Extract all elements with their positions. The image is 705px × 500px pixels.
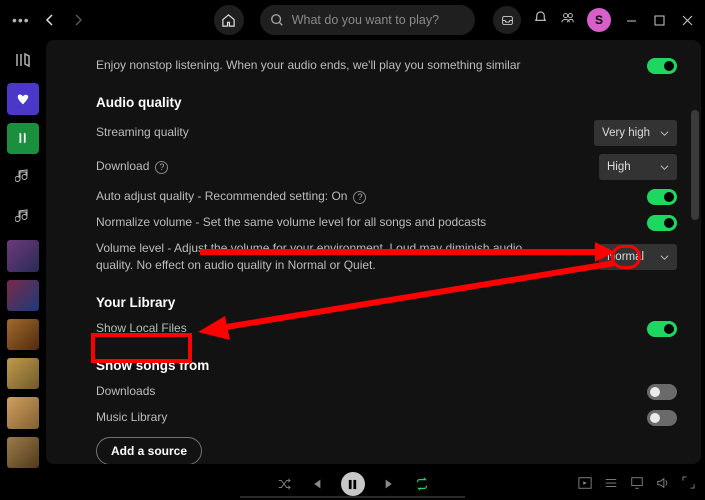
- sidebar-item-thumb-6[interactable]: [7, 437, 39, 468]
- add-source-button[interactable]: Add a source: [96, 437, 202, 464]
- streaming-quality-label: Streaming quality: [96, 124, 189, 141]
- fullscreen-icon[interactable]: [682, 476, 695, 492]
- devices-icon[interactable]: [630, 476, 644, 493]
- sidebar-item-thumb-4[interactable]: [7, 358, 39, 389]
- window-minimize-icon[interactable]: [623, 12, 639, 28]
- volume-icon[interactable]: [656, 476, 670, 493]
- player-bar: [0, 468, 705, 500]
- section-songs-from-title: Show songs from: [96, 358, 677, 373]
- sidebar-your-episodes[interactable]: [7, 123, 39, 154]
- songs-from-music-library-toggle[interactable]: [647, 410, 677, 426]
- volume-level-value: Normal: [607, 251, 644, 263]
- volume-level-select[interactable]: Normal: [599, 244, 677, 270]
- avatar[interactable]: S: [587, 8, 611, 32]
- volume-level-label: Volume level - Adjust the volume for you…: [96, 240, 526, 275]
- help-icon[interactable]: ?: [353, 191, 366, 204]
- section-autoplay-title: Autoplay: [96, 40, 677, 49]
- download-quality-label: Download?: [96, 158, 168, 175]
- window-close-icon[interactable]: [679, 12, 695, 28]
- forward-button[interactable]: [68, 10, 88, 30]
- download-quality-select[interactable]: High: [599, 154, 677, 180]
- shuffle-button[interactable]: [277, 477, 291, 491]
- sidebar-playlist-1[interactable]: [7, 162, 39, 193]
- sidebar-item-thumb-3[interactable]: [7, 319, 39, 350]
- sidebar-item-thumb-5[interactable]: [7, 397, 39, 428]
- add-source-label: Add a source: [111, 444, 187, 458]
- normalize-label: Normalize volume - Set the same volume l…: [96, 214, 486, 231]
- avatar-initial: S: [595, 13, 603, 27]
- section-audio-title: Audio quality: [96, 95, 677, 110]
- previous-button[interactable]: [309, 477, 323, 491]
- chevron-down-icon: [660, 129, 669, 138]
- autoplay-toggle[interactable]: [647, 58, 677, 74]
- repeat-button[interactable]: [415, 477, 429, 491]
- songs-from-downloads-toggle[interactable]: [647, 384, 677, 400]
- window-maximize-icon[interactable]: [651, 12, 667, 28]
- now-playing-view-icon[interactable]: [578, 476, 592, 493]
- help-icon[interactable]: ?: [155, 161, 168, 174]
- show-local-files-toggle[interactable]: [647, 321, 677, 337]
- download-quality-value: High: [607, 161, 631, 173]
- progress-bar[interactable]: [240, 496, 465, 498]
- auto-adjust-label: Auto adjust quality - Recommended settin…: [96, 188, 366, 205]
- title-bar: ••• What do you want to play? S: [0, 0, 705, 40]
- notifications-icon[interactable]: [533, 10, 548, 30]
- show-local-files-label: Show Local Files: [96, 320, 187, 337]
- more-menu-icon[interactable]: •••: [10, 12, 32, 28]
- streaming-quality-select[interactable]: Very high: [594, 120, 677, 146]
- next-button[interactable]: [383, 477, 397, 491]
- sidebar: [0, 40, 46, 468]
- songs-from-downloads-label: Downloads: [96, 383, 155, 400]
- sidebar-item-thumb-1[interactable]: [7, 240, 39, 271]
- home-button[interactable]: [214, 5, 244, 35]
- normalize-toggle[interactable]: [647, 215, 677, 231]
- chevron-down-icon: [660, 163, 669, 172]
- back-button[interactable]: [40, 10, 60, 30]
- search-icon: [270, 13, 284, 27]
- sidebar-item-thumb-2[interactable]: [7, 280, 39, 311]
- play-pause-button[interactable]: [341, 472, 365, 496]
- streaming-quality-value: Very high: [602, 127, 650, 139]
- sidebar-playlist-2[interactable]: [7, 201, 39, 232]
- autoplay-desc: Enjoy nonstop listening. When your audio…: [96, 57, 521, 74]
- search-placeholder: What do you want to play?: [292, 13, 439, 27]
- sidebar-liked-songs[interactable]: [7, 83, 39, 114]
- auto-adjust-toggle[interactable]: [647, 189, 677, 205]
- friends-icon[interactable]: [560, 10, 575, 30]
- queue-icon[interactable]: [604, 476, 618, 493]
- section-library-title: Your Library: [96, 295, 677, 310]
- songs-from-music-library-label: Music Library: [96, 409, 167, 426]
- settings-panel: Autoplay Enjoy nonstop listening. When y…: [46, 40, 701, 464]
- search-input[interactable]: What do you want to play?: [260, 5, 475, 35]
- library-collapse-icon[interactable]: [7, 44, 39, 75]
- inbox-button[interactable]: [493, 6, 521, 34]
- chevron-down-icon: [660, 253, 669, 262]
